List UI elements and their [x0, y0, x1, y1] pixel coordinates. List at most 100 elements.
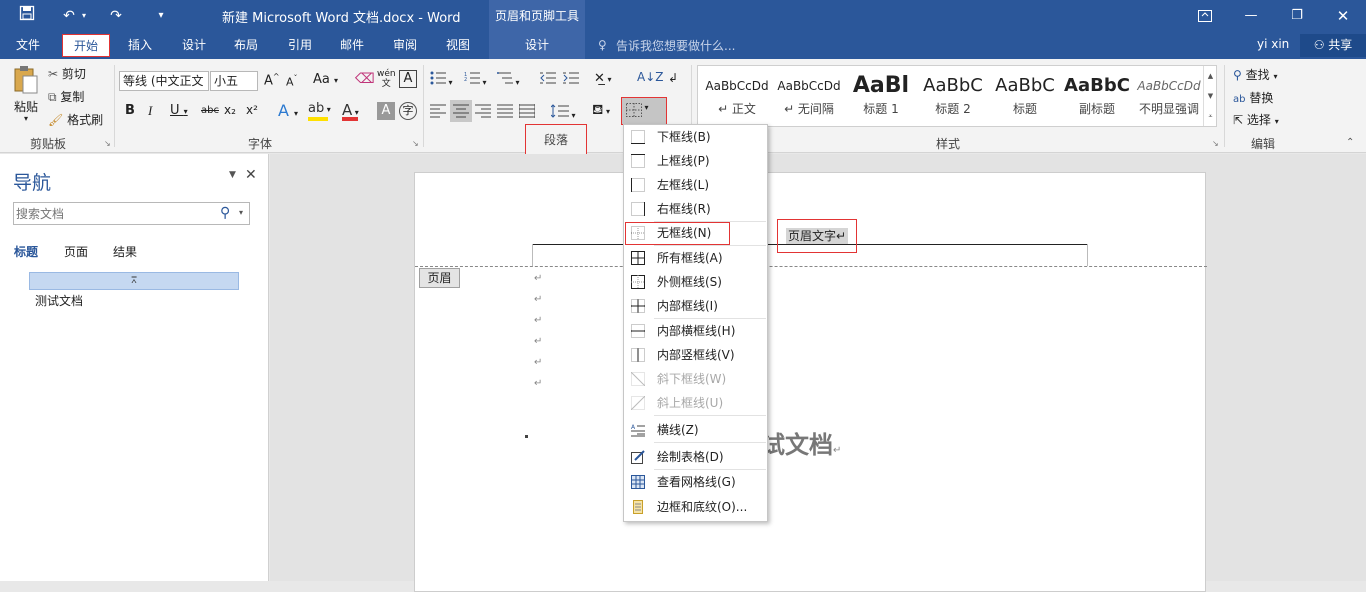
- underline-button[interactable]: U ▾: [170, 103, 188, 118]
- menu-item-right-border[interactable]: 右框线(R): [625, 198, 766, 221]
- shrink-font-button[interactable]: Aˇ: [286, 74, 298, 89]
- minimize-icon[interactable]: —: [1228, 0, 1274, 32]
- style-normal[interactable]: AaBbCcDd ↵ 正文: [701, 66, 773, 126]
- styles-scroll[interactable]: ▲ ▼ ⩡: [1203, 66, 1217, 126]
- align-center-button[interactable]: [450, 100, 472, 122]
- style-no-spacing[interactable]: AaBbCcDd ↵ 无间隔: [773, 66, 845, 126]
- header-text[interactable]: 页眉文字↵: [776, 219, 858, 253]
- align-right-button[interactable]: [475, 104, 491, 121]
- strikethrough-button[interactable]: abc: [201, 105, 219, 116]
- chinese-layout-button[interactable]: ✕̲ ▾: [594, 71, 611, 86]
- character-shading-icon[interactable]: A: [377, 102, 395, 120]
- ribbon-display-options-icon[interactable]: [1182, 0, 1228, 32]
- menu-item-inside-horizontal-border[interactable]: 内部横框线(H): [625, 320, 766, 343]
- font-size-combo[interactable]: 小五: [210, 71, 258, 91]
- menu-item-top-border[interactable]: 上框线(P): [625, 150, 766, 173]
- tab-headings[interactable]: 标题: [14, 243, 38, 260]
- shading-button[interactable]: ⛾ ▾: [592, 102, 610, 120]
- menu-item-view-gridlines[interactable]: 查看网格线(G): [625, 471, 766, 494]
- numbering-button[interactable]: 12 ▾: [464, 71, 487, 88]
- tab-header-footer-design[interactable]: 设计: [489, 32, 585, 59]
- restore-icon[interactable]: ❐: [1274, 0, 1320, 32]
- menu-item-inside-vertical-border[interactable]: 内部竖框线(V): [625, 344, 766, 367]
- more-styles-icon[interactable]: ⩡: [1204, 106, 1217, 126]
- italic-button[interactable]: I: [148, 103, 152, 119]
- undo-icon[interactable]: ↶: [60, 5, 78, 27]
- tab-references[interactable]: 引用: [280, 34, 320, 57]
- nav-heading-item[interactable]: 测试文档: [35, 292, 83, 309]
- tab-mailings[interactable]: 邮件: [332, 34, 372, 57]
- distribute-button[interactable]: [518, 104, 536, 121]
- scroll-to-top-bar[interactable]: ⩞: [29, 272, 239, 290]
- document-page[interactable]: 页眉文字↵ 页眉 ↵ ↵ ↵ ↵ ↵ ↵ 测试文档↵: [414, 172, 1207, 592]
- select-button[interactable]: ⇱ 选择 ▾: [1233, 111, 1279, 128]
- clipboard-launcher-icon[interactable]: ↘: [104, 139, 111, 148]
- sort-button[interactable]: A↓Z: [637, 70, 663, 84]
- grow-font-button[interactable]: A^: [264, 72, 280, 88]
- font-name-combo[interactable]: 等线 (中文正文: [119, 71, 209, 91]
- enclose-characters-icon[interactable]: 字: [399, 102, 417, 120]
- scroll-up-icon[interactable]: ▲: [1204, 66, 1217, 86]
- superscript-button[interactable]: x²: [246, 103, 258, 117]
- menu-item-bottom-border[interactable]: 下框线(B): [625, 126, 766, 149]
- user-name[interactable]: yi xin: [1257, 37, 1289, 51]
- tab-layout[interactable]: 布局: [226, 34, 266, 57]
- tab-view[interactable]: 视图: [438, 34, 478, 57]
- show-marks-button[interactable]: ↲: [668, 71, 678, 85]
- bullets-button[interactable]: ▾: [430, 71, 453, 88]
- style-subtle-emphasis[interactable]: AaBbCcDd 不明显强调: [1133, 66, 1205, 126]
- tab-results[interactable]: 结果: [113, 243, 137, 260]
- styles-launcher-icon[interactable]: ↘: [1212, 139, 1219, 148]
- align-left-button[interactable]: [430, 104, 446, 121]
- search-document-input[interactable]: [16, 205, 211, 222]
- menu-item-left-border[interactable]: 左框线(L): [625, 174, 766, 197]
- highlight-button[interactable]: ab ▾: [308, 101, 331, 121]
- close-icon[interactable]: ✕: [1320, 0, 1366, 32]
- tab-insert[interactable]: 插入: [120, 34, 160, 57]
- tab-design[interactable]: 设计: [174, 34, 214, 57]
- menu-item-horizontal-line[interactable]: A 横线(Z): [625, 419, 766, 442]
- style-title[interactable]: AaBbC 标题: [989, 66, 1061, 126]
- character-border-icon[interactable]: A: [399, 70, 417, 88]
- multilevel-list-button[interactable]: ▾: [497, 71, 520, 88]
- search-dropdown-icon[interactable]: ▾: [239, 208, 243, 217]
- phonetic-guide-icon[interactable]: wén 文: [377, 69, 396, 89]
- tab-file[interactable]: 文件: [8, 34, 48, 57]
- find-button[interactable]: ⚲ 查找 ▾: [1233, 66, 1277, 83]
- menu-item-no-border[interactable]: 无框线(N): [625, 222, 730, 245]
- menu-item-borders-shading[interactable]: 边框和底纹(O)...: [625, 496, 766, 519]
- justify-button[interactable]: [497, 104, 513, 121]
- borders-button[interactable]: ▾: [621, 97, 667, 125]
- subscript-button[interactable]: x₂: [224, 103, 236, 117]
- search-icon[interactable]: ⚲: [220, 205, 230, 221]
- decrease-indent-button[interactable]: [540, 71, 556, 88]
- style-subtitle[interactable]: AaBbC 副标题: [1061, 66, 1133, 126]
- replace-button[interactable]: ab 替换: [1233, 89, 1273, 106]
- save-icon[interactable]: [16, 5, 38, 27]
- search-document-box[interactable]: ⚲ ▾: [13, 202, 250, 225]
- style-heading-1[interactable]: AaBl 标题 1: [845, 66, 917, 126]
- menu-item-all-borders[interactable]: 所有框线(A): [625, 247, 766, 270]
- change-case-button[interactable]: Aa ▾: [313, 72, 338, 87]
- cut-button[interactable]: ✂ 剪切: [48, 65, 86, 82]
- clear-formatting-icon[interactable]: ⌫: [355, 71, 375, 87]
- tab-review[interactable]: 审阅: [385, 34, 425, 57]
- copy-button[interactable]: ⧉ 复制: [48, 88, 84, 105]
- pane-options-icon[interactable]: ▼: [229, 170, 236, 180]
- share-button[interactable]: ⚇ 共享: [1300, 34, 1366, 57]
- menu-item-draw-table[interactable]: 绘制表格(D): [625, 446, 766, 469]
- undo-dropdown-icon[interactable]: ▾: [79, 5, 89, 27]
- tab-pages[interactable]: 页面: [64, 243, 88, 260]
- collapse-ribbon-icon[interactable]: ⌃: [1346, 137, 1354, 148]
- customize-qat-icon[interactable]: ▾: [152, 5, 170, 27]
- scroll-down-icon[interactable]: ▼: [1204, 86, 1217, 106]
- tell-me-search[interactable]: 告诉我您想要做什么...: [616, 37, 735, 54]
- menu-item-outside-borders[interactable]: 外侧框线(S): [625, 271, 766, 294]
- menu-item-inside-borders[interactable]: 内部框线(I): [625, 295, 766, 318]
- bold-button[interactable]: B: [125, 103, 135, 118]
- redo-icon[interactable]: ↷: [106, 5, 126, 27]
- font-launcher-icon[interactable]: ↘: [412, 139, 419, 148]
- font-color-button[interactable]: A ▾: [342, 101, 359, 121]
- text-effects-icon[interactable]: A ▾: [278, 101, 298, 120]
- style-heading-2[interactable]: AaBbC 标题 2: [917, 66, 989, 126]
